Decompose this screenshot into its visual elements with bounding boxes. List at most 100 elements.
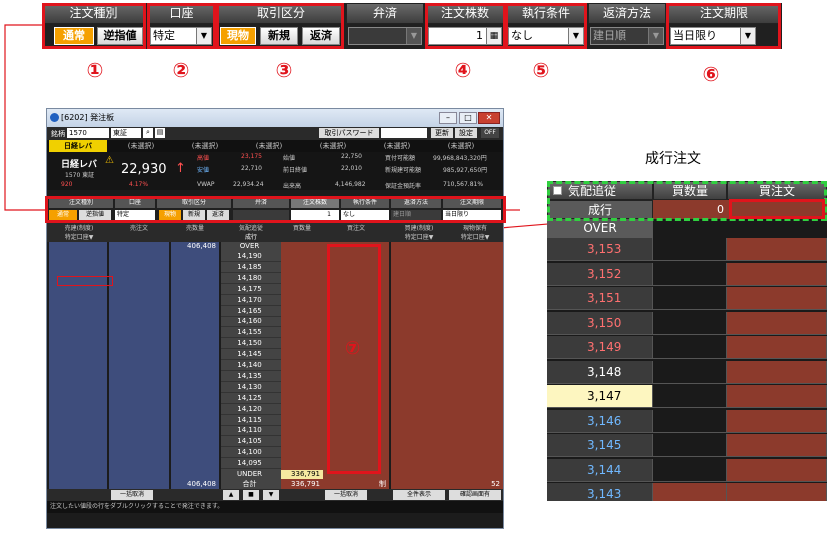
price-row-15[interactable]: 14,115 — [221, 416, 281, 426]
zoom-row[interactable]: 3,146 — [547, 409, 827, 433]
zoom-price-cell: 3,147 — [547, 385, 653, 408]
zoom-row[interactable]: 3,143 — [547, 483, 827, 501]
zoom-order-cell[interactable] — [727, 458, 827, 482]
zoom-over: OVER — [547, 219, 653, 238]
acct-sub-right[interactable]: 特定口座▼ — [391, 232, 447, 241]
search-icon[interactable]: ⌕ — [143, 128, 153, 138]
tab-stock-3[interactable]: (未選択) — [175, 140, 235, 152]
price-row-1[interactable]: 14,185 — [221, 263, 281, 273]
price-row-12[interactable]: 14,130 — [221, 383, 281, 393]
acct-sub-hold[interactable]: 特定口座▼ — [447, 232, 503, 241]
buy-qty-under: 336,791 — [281, 470, 323, 479]
zoom-row[interactable]: 3,144 — [547, 458, 827, 482]
price-row-7[interactable]: 14,155 — [221, 328, 281, 339]
scroll-down-button[interactable]: ▼ — [263, 490, 279, 500]
col-buy-order: 買注文 — [346, 225, 365, 232]
zoom-row[interactable]: 3,153 — [547, 238, 827, 261]
quote-panel: 日経レバ ⚠ 1570 東証 22,930 ↑ 920 4.17% 高値 23,… — [47, 152, 503, 190]
zoom-order-cell[interactable] — [727, 434, 827, 457]
minimize-button[interactable]: – — [439, 112, 457, 124]
tab-stock-6[interactable]: (未選択) — [367, 140, 427, 152]
buy-margin-column[interactable] — [391, 242, 447, 489]
zoom-row[interactable]: 3,151 — [547, 287, 827, 310]
zoom-row[interactable]: 3,149 — [547, 336, 827, 359]
price-row-0[interactable]: 14,190 — [221, 252, 281, 262]
open-label: 始値 — [283, 155, 296, 162]
zoom-order-cell[interactable] — [727, 238, 827, 261]
stock-tabs: 日経レバ (未選択) (未選択) (未選択) (未選択) (未選択) (未選択) — [47, 140, 503, 152]
zoom-qty-cell — [653, 483, 727, 501]
price-row-14[interactable]: 14,120 — [221, 405, 281, 415]
price-row-9[interactable]: 14,145 — [221, 350, 281, 361]
zoom-row[interactable]: 3,152 — [547, 262, 827, 286]
price-row-16[interactable]: 14,110 — [221, 426, 281, 437]
price-row-17[interactable]: 14,105 — [221, 437, 281, 448]
tab-stock-5[interactable]: (未選択) — [303, 140, 363, 152]
acct-sub-left[interactable]: 特定口座▼ — [49, 232, 109, 241]
zoom-row[interactable]: 3,145 — [547, 434, 827, 457]
update-button[interactable]: 更新 — [431, 128, 453, 138]
zoom-row[interactable]: 3,147 — [547, 385, 827, 408]
zoom-order-cell[interactable] — [727, 262, 827, 286]
price-row-4[interactable]: 14,170 — [221, 296, 281, 306]
zoom-highlight-market-buy — [729, 199, 825, 219]
price-row-2[interactable]: 14,180 — [221, 274, 281, 284]
cancel-all-right-button[interactable]: 一括取消 — [325, 490, 367, 500]
price-row-13[interactable]: 14,125 — [221, 394, 281, 404]
total-sell: 406,408 — [187, 480, 216, 488]
price-row-3[interactable]: 14,175 — [221, 285, 281, 295]
zoom-order-cell[interactable] — [727, 336, 827, 359]
window-titlebar: [6202] 発注板 – □ ✕ — [47, 109, 503, 127]
settings-button[interactable]: 設定 — [455, 128, 477, 138]
tab-stock-7[interactable]: (未選択) — [431, 140, 491, 152]
col-sell-margin: 売建(制度) — [64, 225, 94, 232]
zoom-order-cell[interactable] — [727, 311, 827, 335]
tab-stock-1[interactable]: 日経レバ — [49, 140, 107, 152]
password-input[interactable] — [381, 128, 427, 138]
cancel-all-left-button[interactable]: 一括取消 — [111, 490, 153, 500]
code-input[interactable]: 1570 — [67, 128, 109, 138]
warning-icon: ⚠ — [105, 155, 114, 166]
high-label: 高値 — [197, 155, 210, 162]
low-value: 22,710 — [241, 165, 262, 172]
vol-value: 4,146,982 — [335, 181, 366, 188]
show-all-checkbox[interactable]: 全件表示 — [393, 490, 445, 500]
zoom-order-cell[interactable] — [727, 385, 827, 408]
price-row-19[interactable]: 14,095 — [221, 459, 281, 470]
col-holdings: 現物保有 — [462, 225, 487, 232]
close-button[interactable]: ✕ — [478, 112, 500, 124]
price-row-18[interactable]: 14,100 — [221, 448, 281, 459]
chart-icon[interactable]: ▤ — [155, 128, 165, 138]
deposit-value: 710,567.81% — [443, 181, 484, 188]
scroll-up-button[interactable]: ▲ — [223, 490, 239, 500]
center-button[interactable]: ■ — [243, 490, 259, 500]
tab-stock-2[interactable]: (未選択) — [111, 140, 171, 152]
price-row-6[interactable]: 14,160 — [221, 317, 281, 328]
maximize-button[interactable]: □ — [459, 112, 477, 124]
tab-stock-4[interactable]: (未選択) — [239, 140, 299, 152]
market-order-row-label[interactable]: 成行 — [221, 232, 281, 241]
sell-qty-over: 406,408 — [187, 242, 216, 250]
price-row-8[interactable]: 14,150 — [221, 339, 281, 350]
zoom-price-cell: 3,148 — [547, 360, 653, 384]
password-label: 取引パスワード — [319, 128, 379, 138]
zoom-order-cell[interactable] — [727, 409, 827, 433]
sell-order-column[interactable] — [109, 242, 169, 489]
zoom-over-order — [727, 219, 827, 238]
app-icon — [50, 113, 59, 122]
price-row-10[interactable]: 14,140 — [221, 361, 281, 371]
buy-power-label: 買付可能額 — [385, 155, 416, 162]
confirm-screen-checkbox[interactable]: 確認画面有 — [449, 490, 501, 500]
highlight-window-toolbar — [45, 196, 506, 223]
zoom-order-cell[interactable] — [727, 483, 827, 501]
zoom-order-cell[interactable] — [727, 287, 827, 310]
col-follow[interactable]: 気配追従 — [221, 223, 281, 232]
price-row-5[interactable]: 14,165 — [221, 307, 281, 317]
zoom-row[interactable]: 3,148 — [547, 360, 827, 384]
price-row-11[interactable]: 14,135 — [221, 372, 281, 382]
market-select[interactable]: 東証 — [111, 128, 141, 138]
zoom-order-cell[interactable] — [727, 360, 827, 384]
zoom-qty-cell — [653, 262, 727, 286]
zoom-row[interactable]: 3,150 — [547, 311, 827, 335]
off-toggle[interactable]: OFF — [481, 128, 499, 138]
